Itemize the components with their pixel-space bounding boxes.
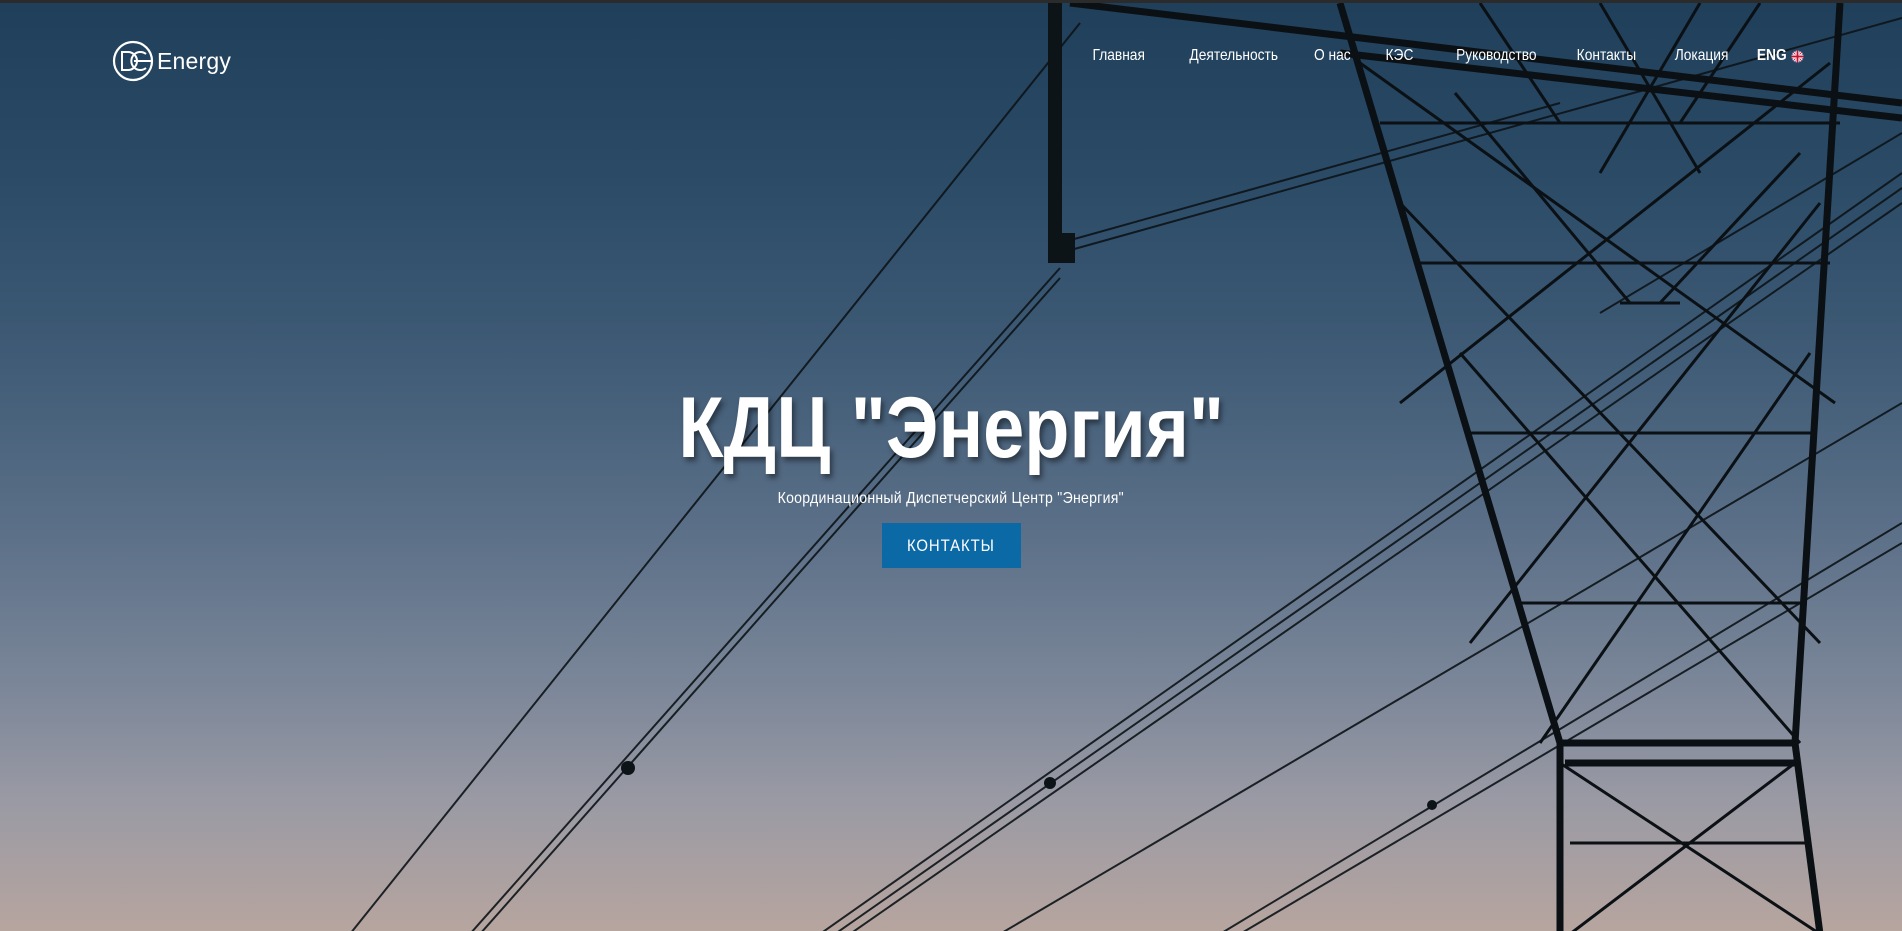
- hero-subtitle: Координационный Диспетчерский Центр "Эне…: [777, 490, 1125, 507]
- nav-item-kes[interactable]: КЭС: [1385, 47, 1413, 65]
- contacts-button-label: КОНТАКТЫ: [907, 536, 995, 555]
- site-header: Energy Главная Деятельность О нас КЭС Ру…: [0, 3, 1902, 118]
- hero-content: КДЦ "Энергия" Координационный Диспетчерс…: [0, 378, 1902, 568]
- nav-item-management[interactable]: Руководство: [1456, 47, 1536, 65]
- nav-item-activity[interactable]: Деятельность: [1190, 47, 1279, 65]
- language-label: ENG: [1757, 47, 1787, 64]
- logo-link[interactable]: Energy: [112, 38, 231, 84]
- logo-text: Energy: [157, 47, 232, 74]
- dc-ring-logo-icon: [112, 40, 154, 82]
- nav-item-about[interactable]: О нас: [1314, 47, 1351, 65]
- contacts-button[interactable]: КОНТАКТЫ: [881, 523, 1021, 568]
- nav-item-location[interactable]: Локация: [1675, 47, 1729, 65]
- uk-flag-icon: [1791, 49, 1804, 63]
- nav-item-home[interactable]: Главная: [1093, 47, 1145, 65]
- language-switch[interactable]: ENG: [1752, 47, 1804, 65]
- hero-section: Energy Главная Деятельность О нас КЭС Ру…: [0, 0, 1902, 931]
- main-navigation: Главная Деятельность О нас КЭС Руководст…: [1054, 47, 1804, 65]
- nav-item-contacts[interactable]: Контакты: [1576, 47, 1635, 65]
- hero-title: КДЦ "Энергия": [678, 380, 1224, 476]
